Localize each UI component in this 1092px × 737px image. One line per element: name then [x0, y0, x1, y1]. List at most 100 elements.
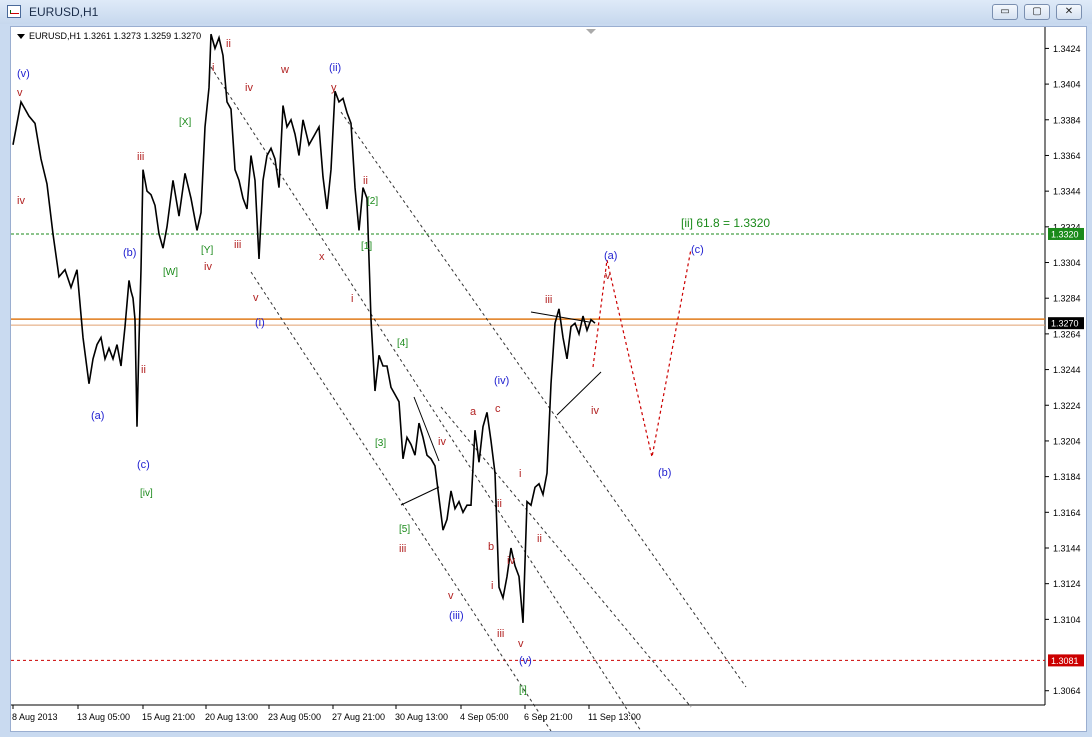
time-tick-label: 11 Sep 13:00 — [588, 712, 641, 722]
chart-info-bar: EURUSD,H1 1.3261 1.3273 1.3259 1.3270 — [17, 31, 201, 41]
wave-label: [Y] — [201, 245, 213, 256]
restore-button[interactable]: ▢ — [1024, 4, 1050, 20]
wave-label: (c) — [691, 244, 704, 256]
wave-label: b — [488, 541, 494, 553]
wave-label: [5] — [399, 524, 410, 535]
price-tag-label: 1.3320 — [1051, 229, 1079, 239]
price-tick-label: 1.3224 — [1053, 401, 1081, 411]
wave-label: (a) — [604, 250, 617, 262]
wave-label: ii — [141, 364, 146, 376]
wave-label: c — [495, 403, 501, 415]
wave-label: v — [518, 638, 524, 650]
wave-label: [2] — [367, 196, 378, 207]
wave-label: iii — [497, 628, 504, 640]
price-line — [12, 33, 596, 623]
window-title: EURUSD,H1 — [29, 5, 99, 19]
price-tick-label: 1.3304 — [1053, 258, 1081, 268]
symbol-ohlc-text: EURUSD,H1 1.3261 1.3273 1.3259 1.3270 — [29, 31, 202, 41]
wave-label: (c) — [137, 459, 150, 471]
price-tick-label: 1.3384 — [1053, 115, 1081, 125]
wave-label: [W] — [163, 267, 178, 278]
price-tag-label: 1.3081 — [1051, 656, 1079, 666]
wave-label: y — [331, 82, 337, 94]
price-tick-label: 1.3124 — [1053, 579, 1081, 589]
price-tick-label: 1.3064 — [1053, 686, 1081, 696]
time-tick-label: 27 Aug 21:00 — [332, 712, 385, 722]
price-tick-label: 1.3344 — [1053, 187, 1081, 197]
wave-label: iv — [17, 195, 25, 207]
wave-label: i — [491, 580, 493, 592]
wave-label: ii — [226, 38, 231, 50]
wave-label: a — [470, 406, 477, 418]
wave-label: i — [351, 293, 353, 305]
wave-label: iv — [245, 82, 253, 94]
wave-label: (i) — [255, 317, 265, 329]
wave-label: iv — [591, 405, 599, 417]
chart-area[interactable]: 1.3424 1.3404 1.3384 1.3364 1.3344 1.3324 1.33… — [10, 26, 1087, 732]
price-tick-label: 1.3264 — [1053, 329, 1081, 339]
wave-label: iv — [507, 555, 515, 567]
triangle-line — [400, 486, 440, 506]
wave-label: w — [280, 64, 289, 76]
chart-shift-marker — [586, 29, 596, 34]
terminal-window: EURUSD,H1 ▭ ▢ ✕ 1.3424 1.3404 1.3384 1.3364… — [0, 0, 1092, 737]
close-button[interactable]: ✕ — [1056, 4, 1082, 20]
wave-label: iii — [234, 239, 241, 251]
title-bar[interactable]: EURUSD,H1 ▭ ▢ ✕ — [0, 0, 1092, 24]
wave-label: iii — [399, 543, 406, 555]
wave-label: [4] — [397, 338, 408, 349]
dropdown-triangle-icon[interactable] — [17, 34, 25, 40]
wave-label: iii — [545, 294, 552, 306]
price-tag-label: 1.3270 — [1051, 319, 1079, 329]
time-tick-label: 8 Aug 2013 — [12, 712, 58, 722]
price-chart[interactable]: 1.34241.34041.33841.33641.33441.33241.33… — [11, 27, 1086, 731]
wave-label: (v) — [519, 655, 532, 667]
wave-label: i — [212, 62, 214, 74]
wave-label: [iv] — [140, 488, 153, 499]
wave-label: (iv) — [494, 375, 509, 387]
fib-annotation: [ii] 61.8 = 1.3320 — [681, 216, 770, 230]
wave-label: i — [519, 468, 521, 480]
chart-window-icon — [7, 5, 21, 18]
wave-label: (ii) — [329, 62, 341, 74]
price-tick-label: 1.3204 — [1053, 436, 1081, 446]
price-tick-label: 1.3284 — [1053, 294, 1081, 304]
time-tick-label: 30 Aug 13:00 — [395, 712, 448, 722]
wave-label: (b) — [123, 247, 136, 259]
time-tick-label: 13 Aug 05:00 — [77, 712, 130, 722]
time-tick-label: 4 Sep 05:00 — [460, 712, 509, 722]
price-tick-label: 1.3144 — [1053, 543, 1081, 553]
wave-label: v — [605, 270, 611, 282]
wave-label: v — [253, 292, 259, 304]
price-tick-label: 1.3364 — [1053, 151, 1081, 161]
price-tick-label: 1.3424 — [1053, 44, 1081, 54]
wave-label: v — [448, 590, 454, 602]
wave-label: iii — [137, 151, 144, 163]
price-tick-label: 1.3104 — [1053, 615, 1081, 625]
wave-label: iv — [204, 261, 212, 273]
time-tick-label: 20 Aug 13:00 — [205, 712, 258, 722]
wave-label: (b) — [658, 467, 671, 479]
time-tick-label: 23 Aug 05:00 — [268, 712, 321, 722]
wave-label: ii — [363, 175, 368, 187]
wave-label: (iii) — [449, 610, 464, 622]
wave-label: [X] — [179, 117, 191, 128]
price-tick-label: 1.3244 — [1053, 365, 1081, 375]
time-tick-label: 6 Sep 21:00 — [524, 712, 573, 722]
wave-label: x — [319, 251, 325, 263]
wave-label: [3] — [375, 438, 386, 449]
wave-label: v — [17, 87, 23, 99]
time-tick-label: 15 Aug 21:00 — [142, 712, 195, 722]
wave-label: ii — [537, 533, 542, 545]
wave-label: [i] — [519, 685, 527, 696]
wave-label: [1] — [361, 241, 372, 252]
price-tick-label: 1.3184 — [1053, 472, 1081, 482]
price-tick-label: 1.3164 — [1053, 508, 1081, 518]
channel-line — [340, 111, 747, 688]
wave-label: (v) — [17, 68, 30, 80]
wave-label: iv — [438, 436, 446, 448]
wave-label: ii — [497, 498, 502, 510]
minimize-button[interactable]: ▭ — [992, 4, 1018, 20]
wave-label: (a) — [91, 410, 104, 422]
price-tick-label: 1.3404 — [1053, 80, 1081, 90]
